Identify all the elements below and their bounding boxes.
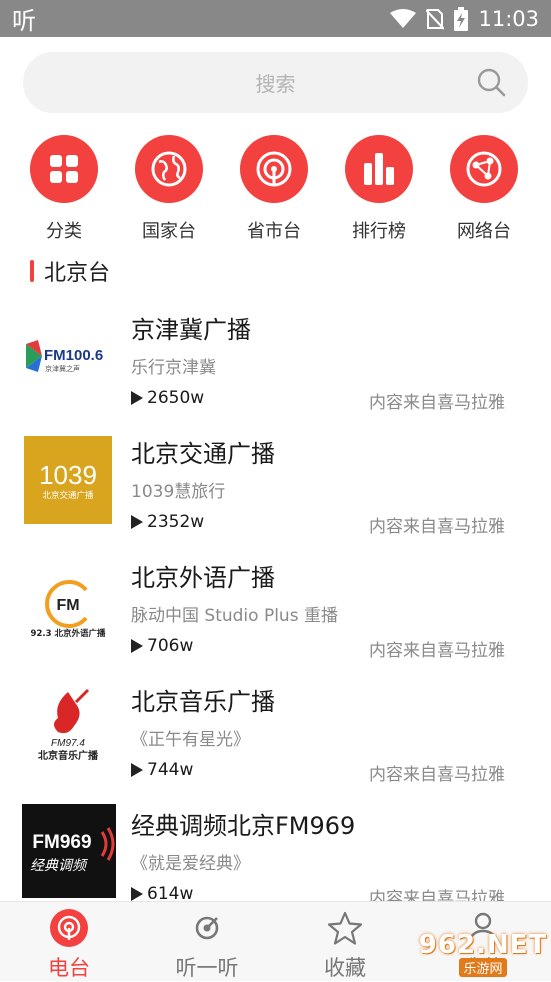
station-program: 脉动中国 Studio Plus 重播: [131, 606, 338, 626]
station-name: 北京音乐广播: [131, 688, 275, 716]
battery-charging-icon: [454, 6, 469, 31]
category-wangluotai[interactable]: 网络台: [434, 135, 534, 243]
station-program: 《正午有星光》: [131, 730, 250, 750]
station-item[interactable]: FM97.4 北京音乐广播 北京音乐广播 《正午有星光》 744w 内容来自喜马…: [0, 672, 551, 796]
tab-tingyiting[interactable]: 听一听: [152, 908, 262, 982]
station-program: 《就是爱经典》: [131, 854, 250, 874]
play-count-value: 2352w: [147, 512, 205, 532]
wifi-icon: [390, 8, 417, 29]
content-source: 内容来自喜马拉雅: [369, 393, 505, 413]
nav-label: 电台: [48, 956, 90, 980]
category-label: 排行榜: [352, 221, 406, 242]
content-source: 内容来自喜马拉雅: [369, 517, 505, 537]
search-bar[interactable]: 搜索: [23, 52, 528, 113]
network-icon: [450, 135, 518, 203]
play-count: 2650w: [131, 388, 204, 408]
station-item[interactable]: 1039 北京交通广播 北京交通广播 1039慧旅行 2352w 内容来自喜马拉…: [0, 424, 551, 548]
play-icon: [131, 515, 143, 529]
globe-icon: [135, 135, 203, 203]
star-icon: [327, 911, 363, 945]
category-label: 网络台: [457, 221, 511, 242]
svg-text:FM100.6: FM100.6: [44, 347, 103, 364]
app-notification-glyph: 听: [12, 7, 36, 35]
bar-chart-icon: [345, 135, 413, 203]
tab-shoucang[interactable]: 收藏: [290, 908, 400, 982]
search-icon[interactable]: [476, 67, 506, 101]
logo-text: FM969: [32, 832, 91, 853]
station-item[interactable]: FM100.6 京津冀之声 京津冀广播 乐行京津冀 2650w 内容来自喜马拉雅: [0, 300, 551, 424]
logo-text: FM97.4: [51, 738, 85, 749]
station-name: 北京交通广播: [131, 440, 275, 468]
category-paihangbang[interactable]: 排行榜: [329, 135, 429, 243]
station-logo: FM 92.3 北京外语广播: [24, 560, 112, 648]
category-fenlei[interactable]: 分类: [14, 135, 114, 243]
play-icon: [131, 639, 143, 653]
clock: 11:03: [478, 6, 539, 31]
site-watermark: 962.NET 乐游网: [415, 925, 551, 981]
station-program: 1039慧旅行: [131, 482, 226, 502]
play-icon: [131, 887, 143, 901]
logo-text: 92.3 北京外语广播: [31, 628, 106, 639]
logo-text: 京津冀之声: [45, 364, 80, 373]
grid-icon: [30, 135, 98, 203]
status-icons: 11:03: [390, 6, 539, 31]
play-count: 2352w: [131, 512, 204, 532]
content-source: 内容来自喜马拉雅: [369, 641, 505, 661]
station-logo: FM100.6 京津冀之声: [24, 312, 112, 400]
category-row: 分类 国家台 省市台 排行榜 网络台: [0, 135, 551, 245]
nav-label: 听一听: [175, 956, 239, 980]
category-guojiatai[interactable]: 国家台: [119, 135, 219, 243]
signal-icon: [240, 135, 308, 203]
content-source: 内容来自喜马拉雅: [369, 765, 505, 785]
category-shengshitai[interactable]: 省市台: [224, 135, 324, 243]
play-count-value: 2650w: [147, 388, 205, 408]
section-accent-bar: [30, 260, 34, 282]
station-logo: FM969 经典调频: [22, 804, 116, 898]
play-icon: [131, 763, 143, 777]
search-placeholder: 搜索: [255, 72, 296, 96]
play-count-value: 706w: [147, 636, 194, 656]
nav-label: 收藏: [324, 956, 366, 980]
watermark-main: 962.NET: [418, 929, 548, 960]
status-bar: 听 11:03: [0, 0, 551, 37]
play-count-value: 744w: [147, 760, 194, 780]
watermark-sub: 乐游网: [459, 957, 507, 977]
logo-text: 北京交通广播: [42, 490, 94, 501]
station-logo: 1039 北京交通广播: [24, 436, 112, 524]
radio-icon: [50, 909, 88, 947]
play-icon: [131, 391, 143, 405]
station-item[interactable]: FM 92.3 北京外语广播 北京外语广播 脉动中国 Studio Plus 重…: [0, 548, 551, 672]
logo-text: 北京音乐广播: [38, 749, 99, 762]
station-program: 乐行京津冀: [131, 358, 216, 378]
logo-text: 1039: [39, 460, 97, 490]
tab-diantai[interactable]: 电台: [14, 908, 124, 982]
station-name: 北京外语广播: [131, 564, 275, 592]
section-header: 北京台: [30, 257, 111, 286]
section-title: 北京台: [44, 261, 111, 286]
category-label: 省市台: [247, 221, 301, 242]
station-name: 经典调频北京FM969: [131, 812, 356, 840]
listen-icon: [195, 916, 219, 940]
station-logo: FM97.4 北京音乐广播: [24, 684, 112, 772]
logo-text: 经典调频: [30, 858, 89, 874]
category-label: 国家台: [142, 221, 196, 242]
play-count: 744w: [131, 760, 193, 780]
no-sim-icon: [426, 8, 445, 30]
station-name: 京津冀广播: [131, 316, 251, 344]
logo-text: FM: [56, 597, 79, 614]
category-label: 分类: [46, 221, 82, 242]
play-count: 706w: [131, 636, 193, 656]
